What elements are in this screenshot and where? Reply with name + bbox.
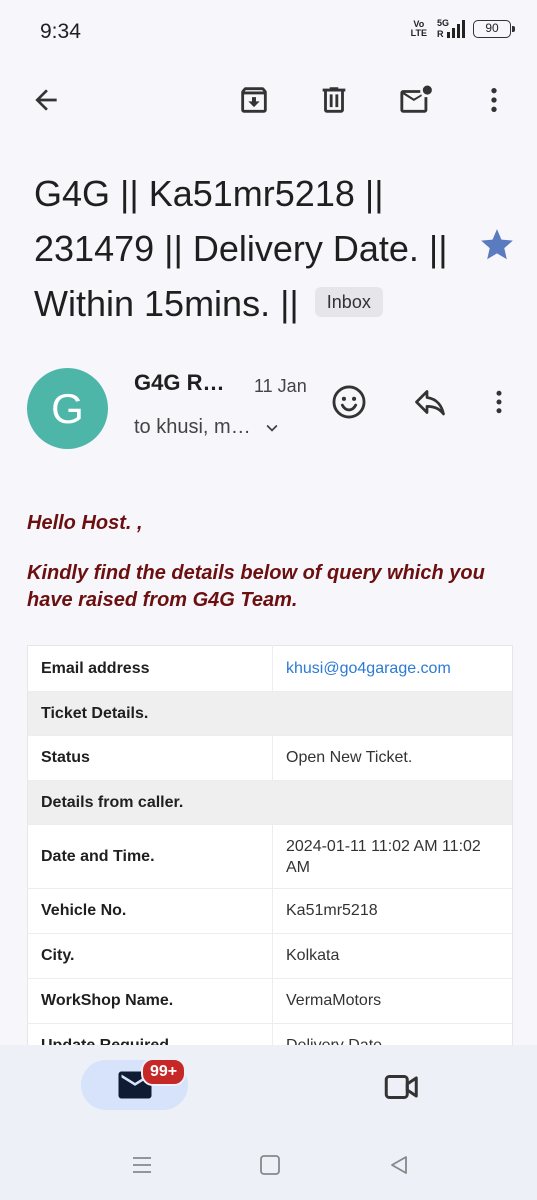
table-row: Vehicle No. Ka51mr5218 [27, 888, 513, 934]
section-label: Ticket Details. [27, 691, 513, 736]
mark-unread-button[interactable] [396, 80, 436, 120]
table-row: Email address khusi@go4garage.com [27, 645, 513, 692]
archive-button[interactable] [234, 80, 274, 120]
row-label: WorkShop Name. [27, 978, 273, 1024]
unread-badge: 99+ [141, 1058, 187, 1086]
row-label: Vehicle No. [27, 888, 273, 934]
star-icon [481, 229, 513, 260]
section-label: Details from caller. [27, 780, 513, 825]
table-row: WorkShop Name. VermaMotors [27, 978, 513, 1024]
sender-avatar[interactable]: G [27, 368, 108, 449]
recipients-text: to khusi, m… [134, 416, 251, 438]
recipients-toggle[interactable]: to khusi, m… [134, 416, 283, 439]
label-chip[interactable]: Inbox [314, 287, 383, 318]
recent-apps-button[interactable] [127, 1150, 157, 1180]
home-button[interactable] [255, 1150, 285, 1180]
row-value: khusi@go4garage.com [272, 645, 513, 692]
star-button[interactable] [478, 226, 516, 264]
row-value: 2024-01-11 11:02 AM 11:02 AM [272, 824, 513, 889]
bottom-navigation: 99+ [0, 1045, 537, 1200]
email-date: 11 Jan [254, 376, 307, 396]
volte-indicator: Vo LTE [410, 19, 427, 38]
row-label: City. [27, 933, 273, 979]
table-row: Date and Time. 2024-01-11 11:02 AM 11:02… [27, 824, 513, 889]
more-vert-icon [491, 88, 497, 112]
reply-button[interactable] [410, 382, 450, 422]
row-value: Ka51mr5218 [272, 888, 513, 934]
row-value: Open New Ticket. [272, 735, 513, 781]
sender-name[interactable]: G4G R… [134, 370, 224, 396]
status-icons: Vo LTE 5G R 90 [410, 18, 515, 40]
trash-icon [322, 87, 346, 113]
signal-icon: 5G R [435, 18, 465, 40]
more-options-button[interactable] [474, 80, 514, 120]
row-label: Status [27, 735, 273, 781]
email-subject: G4G || Ka51mr5218 || 231479 || Delivery … [34, 166, 474, 331]
meet-tab[interactable] [382, 1067, 422, 1107]
ticket-details-table: Email address khusi@go4garage.com Ticket… [27, 645, 513, 1069]
smiley-icon [332, 385, 366, 419]
subject-text: G4G || Ka51mr5218 || 231479 || Delivery … [34, 173, 448, 324]
emoji-reaction-button[interactable] [329, 382, 369, 422]
table-row: Status Open New Ticket. [27, 735, 513, 781]
video-camera-icon [384, 1075, 418, 1099]
email-toolbar [0, 72, 537, 130]
row-value: Kolkata [272, 933, 513, 979]
section-row: Details from caller. [27, 780, 513, 825]
more-vert-icon [496, 390, 502, 414]
system-back-button[interactable] [384, 1150, 414, 1180]
chevron-down-icon [266, 424, 278, 432]
archive-icon [241, 87, 267, 113]
arrow-left-icon [35, 89, 57, 111]
triangle-back-icon [391, 1156, 407, 1174]
email-greeting: Hello Host. , [27, 512, 143, 534]
email-intro: Kindly find the details below of query w… [27, 562, 485, 611]
battery-icon: 90 [473, 20, 515, 38]
mark-unread-icon [400, 85, 432, 113]
row-value: VermaMotors [272, 978, 513, 1024]
row-label: Email address [27, 645, 273, 692]
status-bar: 9:34 Vo LTE 5G R 90 [0, 0, 537, 62]
email-link[interactable]: khusi@go4garage.com [286, 660, 451, 677]
status-time: 9:34 [40, 20, 81, 43]
section-row: Ticket Details. [27, 691, 513, 736]
row-label: Date and Time. [27, 824, 273, 889]
square-icon [260, 1155, 280, 1175]
delete-button[interactable] [314, 80, 354, 120]
table-row: City. Kolkata [27, 933, 513, 979]
back-button[interactable] [26, 80, 66, 120]
message-more-button[interactable] [479, 382, 519, 422]
menu-lines-icon [133, 1157, 151, 1173]
reply-icon [415, 390, 445, 416]
